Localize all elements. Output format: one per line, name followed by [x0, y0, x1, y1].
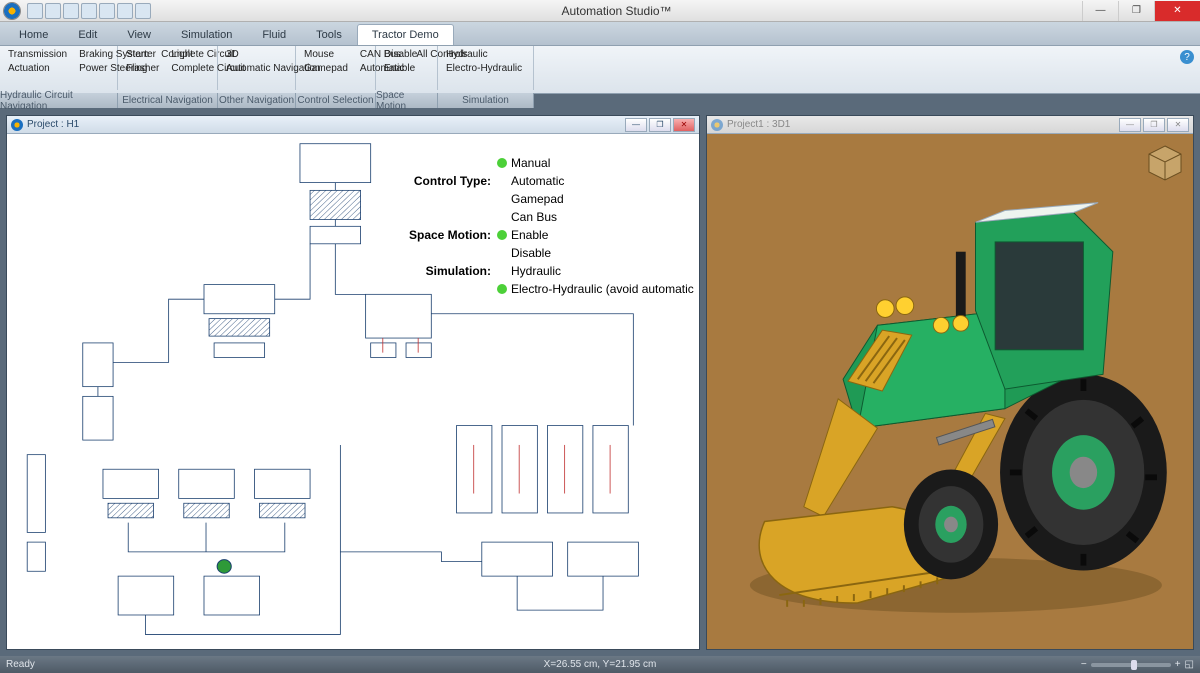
- window-buttons: — ❐ ✕: [1082, 1, 1200, 21]
- overlay-value: Can Bus: [511, 208, 557, 226]
- tab-fluid[interactable]: Fluid: [247, 24, 301, 45]
- tab-view[interactable]: View: [112, 24, 166, 45]
- schematic-canvas[interactable]: Manual Control Type: Automatic Gamepad Ca…: [7, 134, 699, 649]
- ribbon-group-label: Hydraulic Circuit Navigation: [0, 93, 118, 108]
- zoom-controls: − + ◱: [1081, 659, 1194, 670]
- view-cube-icon[interactable]: [1145, 142, 1185, 182]
- control-overlay: Manual Control Type: Automatic Gamepad Ca…: [397, 154, 694, 298]
- zoom-in-button[interactable]: +: [1175, 659, 1181, 670]
- tab-tools[interactable]: Tools: [301, 24, 357, 45]
- ribbon-item[interactable]: Gamepad: [304, 62, 348, 76]
- pane-close-button[interactable]: ✕: [1167, 118, 1189, 132]
- zoom-fit-icon[interactable]: ◱: [1185, 659, 1194, 670]
- pane-title-text: Project : H1: [27, 119, 79, 130]
- ribbon-item[interactable]: Disable: [384, 48, 429, 62]
- status-ready: Ready: [6, 659, 35, 670]
- qat-button[interactable]: [63, 3, 79, 19]
- ribbon-item[interactable]: Actuation: [8, 62, 67, 76]
- ribbon-tabs: Home Edit View Simulation Fluid Tools Tr…: [0, 22, 1200, 46]
- schematic-pane: Project : H1 — ❐ ✕: [6, 115, 700, 650]
- overlay-value: Manual: [511, 154, 550, 172]
- ribbon-item[interactable]: Starter: [126, 48, 159, 62]
- ribbon-group-label: Simulation: [438, 93, 534, 108]
- tab-simulation[interactable]: Simulation: [166, 24, 247, 45]
- overlay-value: Automatic: [511, 172, 564, 190]
- qat-button[interactable]: [27, 3, 43, 19]
- statusbar: Ready X=26.55 cm, Y=21.95 cm − + ◱: [0, 656, 1200, 673]
- status-dot-icon: [497, 230, 507, 240]
- ribbon-group-label: Electrical Navigation: [118, 93, 218, 108]
- qat-button[interactable]: [81, 3, 97, 19]
- maximize-button[interactable]: ❐: [1118, 1, 1154, 21]
- tab-edit[interactable]: Edit: [63, 24, 112, 45]
- app-logo-icon: [3, 2, 21, 20]
- status-dot-icon: [497, 158, 507, 168]
- zoom-slider[interactable]: [1091, 663, 1171, 667]
- ribbon-group-electrical-nav: Starter Flasher Light Complete Circuit: [118, 46, 218, 90]
- overlay-value: Enable: [511, 226, 548, 244]
- overlay-label: Space Motion:: [397, 226, 497, 244]
- 3d-viewport[interactable]: [707, 134, 1193, 649]
- tab-tractor-demo[interactable]: Tractor Demo: [357, 24, 454, 45]
- ribbon-item[interactable]: Mouse: [304, 48, 348, 62]
- document-icon: [711, 119, 723, 131]
- help-icon[interactable]: ?: [1180, 50, 1194, 64]
- qat-button[interactable]: [99, 3, 115, 19]
- quick-access-toolbar: [27, 3, 151, 19]
- ribbon-item[interactable]: Transmission: [8, 48, 67, 62]
- titlebar: Automation Studio™ — ❐ ✕: [0, 0, 1200, 22]
- overlay-value: Gamepad: [511, 190, 564, 208]
- ribbon-group-simulation: Hydraulic Electro-Hydraulic: [438, 46, 534, 90]
- ribbon-group-label: Other Navigation: [218, 93, 296, 108]
- close-button[interactable]: ✕: [1154, 1, 1200, 21]
- qat-button[interactable]: [45, 3, 61, 19]
- ribbon-item[interactable]: Electro-Hydraulic: [446, 62, 525, 76]
- ribbon-group-other-nav: 3D Automatic Navigation: [218, 46, 296, 90]
- overlay-value: Disable: [511, 244, 551, 262]
- status-dot-icon: [497, 284, 507, 294]
- overlay-value: Hydraulic: [511, 262, 561, 280]
- zoom-out-button[interactable]: −: [1081, 659, 1087, 670]
- workspace: Project : H1 — ❐ ✕: [0, 109, 1200, 656]
- tab-home[interactable]: Home: [4, 24, 63, 45]
- qat-button[interactable]: [135, 3, 151, 19]
- ribbon-group-space-motion: Disable Enable: [376, 46, 438, 90]
- document-icon: [11, 119, 23, 131]
- ribbon-group-label: Space Motion: [376, 93, 438, 108]
- overlay-label: Control Type:: [397, 172, 497, 190]
- ribbon-group-labels: Hydraulic Circuit Navigation Electrical …: [0, 93, 1200, 108]
- ribbon-group-hydraulic-nav: Transmission Actuation Braking System Po…: [0, 46, 118, 90]
- ribbon-group-label: Control Selection: [296, 93, 376, 108]
- overlay-value: Electro-Hydraulic (avoid automatic: [511, 280, 694, 298]
- ribbon-group-control-selection: Mouse Gamepad CAN Bus Automatic All Cont…: [296, 46, 376, 90]
- ribbon: Transmission Actuation Braking System Po…: [0, 46, 1200, 94]
- pane-title-text: Project1 : 3D1: [727, 119, 790, 130]
- ribbon-item[interactable]: Hydraulic: [446, 48, 525, 62]
- pane-restore-button[interactable]: ❐: [1143, 118, 1165, 132]
- pane-titlebar[interactable]: Project : H1 — ❐ ✕: [7, 116, 699, 134]
- pane-close-button[interactable]: ✕: [673, 118, 695, 132]
- qat-button[interactable]: [117, 3, 133, 19]
- ribbon-item[interactable]: Enable: [384, 62, 429, 76]
- window-title: Automation Studio™: [151, 4, 1082, 18]
- 3d-pane: Project1 : 3D1 — ❐ ✕: [706, 115, 1194, 650]
- pane-minimize-button[interactable]: —: [625, 118, 647, 132]
- pane-minimize-button[interactable]: —: [1119, 118, 1141, 132]
- minimize-button[interactable]: —: [1082, 1, 1118, 21]
- status-coordinates: X=26.55 cm, Y=21.95 cm: [544, 659, 657, 670]
- pane-titlebar[interactable]: Project1 : 3D1 — ❐ ✕: [707, 116, 1193, 134]
- overlay-label: Simulation:: [397, 262, 497, 280]
- pane-restore-button[interactable]: ❐: [649, 118, 671, 132]
- ribbon-item[interactable]: Flasher: [126, 62, 159, 76]
